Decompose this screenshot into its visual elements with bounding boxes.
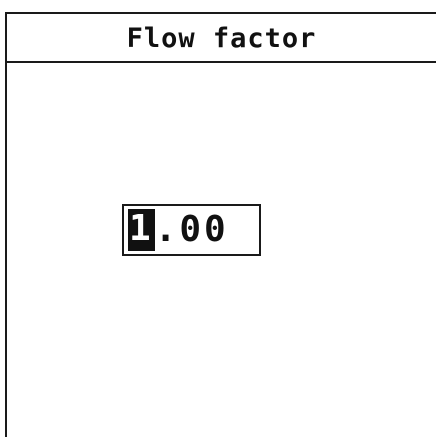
display-screen: Flow factor 1.00 [5, 12, 436, 437]
cursor-digit[interactable]: 1 [128, 209, 155, 251]
flow-factor-decimals: .00 [154, 209, 229, 250]
flow-factor-input[interactable]: 1.00 [122, 204, 261, 256]
title-bar: Flow factor [7, 14, 436, 63]
page-title: Flow factor [126, 23, 317, 54]
